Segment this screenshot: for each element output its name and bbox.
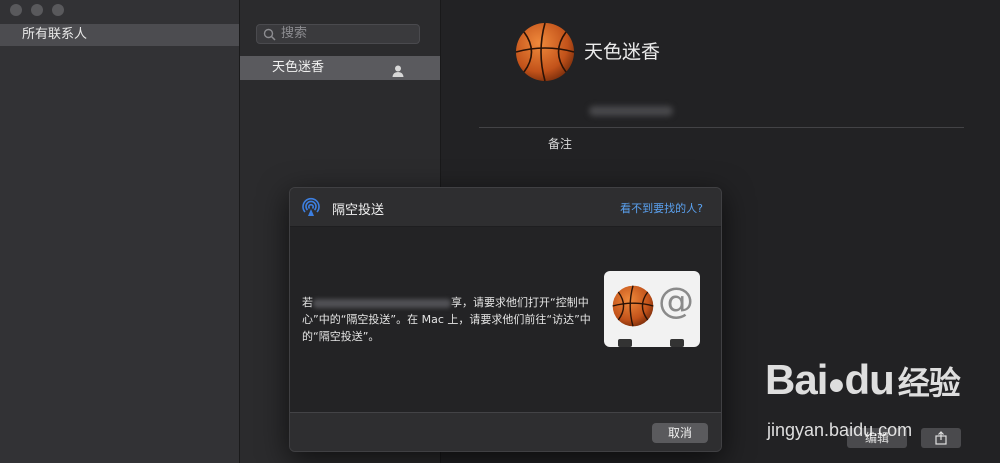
at-sign-icon: @: [658, 281, 694, 322]
watermark-cn: 经验: [897, 365, 961, 401]
contact-name-heading: 天色迷香: [584, 41, 661, 63]
message-start: 若: [302, 296, 313, 309]
watermark-bai: Bai: [765, 356, 828, 403]
airdrop-dialog: 隔空投送 看不到要找的人? 若享，请要求他们打开“控制中心”中的“隔空投送”。在…: [289, 187, 722, 452]
redacted-field: [589, 106, 673, 116]
search-icon: [263, 28, 276, 47]
redacted-text: [313, 298, 451, 308]
airdrop-icon: [300, 196, 322, 222]
sidebar-item-all-contacts[interactable]: 所有联系人: [0, 24, 239, 46]
dialog-header: 隔空投送 看不到要找的人?: [290, 188, 721, 227]
search-input[interactable]: 搜索: [256, 24, 420, 44]
card-clip-left: [618, 339, 632, 347]
basketball-avatar-icon: [612, 285, 654, 327]
notes-label: 备注: [548, 137, 573, 151]
watermark-brand: Bai●du 经验: [765, 356, 961, 404]
baidu-watermark-logo: Bai●du 经验 jingyan.baidu.com: [765, 356, 965, 446]
contact-list-item[interactable]: 天色迷香: [240, 56, 440, 80]
dialog-footer: 取消: [290, 412, 721, 451]
basketball-avatar-icon: [515, 22, 575, 82]
divider: [479, 127, 964, 128]
sidebar-item-label: 所有联系人: [22, 27, 88, 42]
search-placeholder: 搜索: [281, 26, 308, 41]
dialog-title: 隔空投送: [332, 203, 385, 218]
cancel-button[interactable]: 取消: [652, 423, 708, 443]
window-minimize-button[interactable]: [31, 4, 43, 16]
card-clip-right: [670, 339, 684, 347]
window-zoom-button[interactable]: [52, 4, 64, 16]
dialog-message: 若享，请要求他们打开“控制中心”中的“隔空投送”。在 Mac 上，请要求他们前往…: [302, 294, 592, 345]
contact-name: 天色迷香: [272, 60, 325, 75]
paw-icon: ●: [827, 368, 845, 401]
watermark-du: du: [844, 356, 894, 403]
window-close-button[interactable]: [10, 4, 22, 16]
dialog-body: 若享，请要求他们打开“控制中心”中的“隔空投送”。在 Mac 上，请要求他们前往…: [290, 227, 721, 412]
watermark-url: jingyan.baidu.com: [767, 420, 913, 440]
person-icon: [392, 62, 404, 86]
contact-card-illustration: @: [604, 271, 700, 347]
cant-find-person-link[interactable]: 看不到要找的人?: [620, 200, 703, 216]
groups-sidebar: 所有联系人: [0, 0, 240, 463]
